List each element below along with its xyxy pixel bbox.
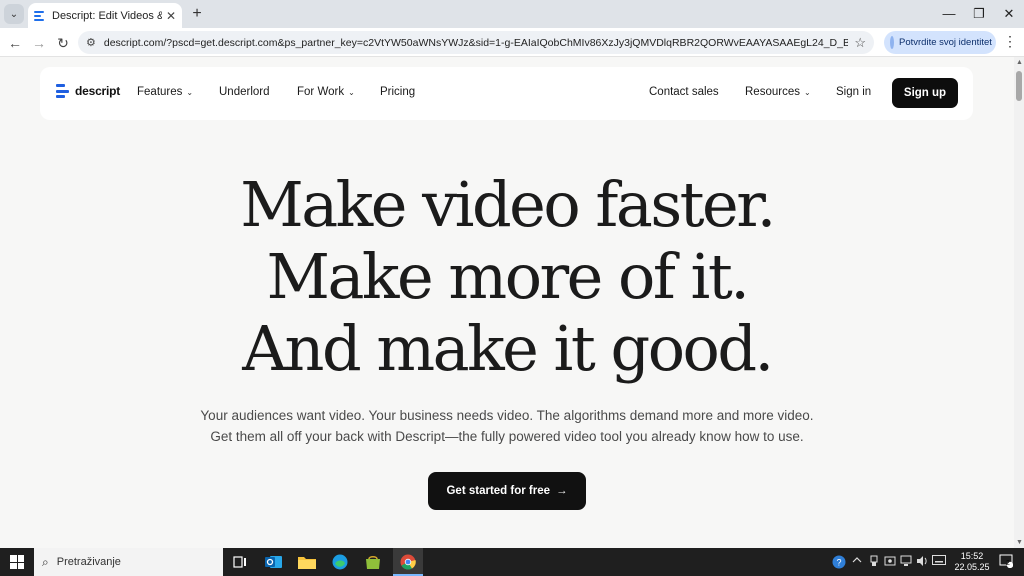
nav-features-label: Features <box>137 86 183 98</box>
profile-label: Potvrdite svoj identitet <box>899 37 992 48</box>
chevron-down-icon: ⌄ <box>9 8 19 20</box>
browser-menu-icon[interactable]: ⋮ <box>1003 33 1017 50</box>
task-view-icon[interactable] <box>230 552 250 572</box>
web-page: descript Features ⌄ Underlord For Work ⌄ P… <box>0 57 1014 548</box>
clock-time: 15:52 <box>960 551 984 561</box>
restore-button[interactable]: ❐ <box>964 0 994 28</box>
tab-title: Descript: Edit Videos & Podcasts <box>52 9 162 22</box>
close-window-button[interactable]: ✕ <box>994 0 1024 28</box>
keyboard-icon[interactable] <box>932 555 946 568</box>
sign-up-button[interactable]: Sign up <box>892 78 958 108</box>
cta-label: Get started for free <box>446 485 551 497</box>
nav-features[interactable]: Features ⌄ <box>137 86 193 98</box>
svg-text:?: ? <box>836 558 841 568</box>
nav-resources[interactable]: Resources ⌄ <box>745 86 811 98</box>
file-explorer-icon[interactable] <box>297 552 317 572</box>
nav-for-work[interactable]: For Work ⌄ <box>297 86 355 98</box>
security-icon[interactable] <box>884 555 896 570</box>
browser-toolbar: ← → ↻ ⚙ descript.com/?pscd=get.descript.… <box>0 28 1024 57</box>
store-app-icon[interactable] <box>363 552 383 572</box>
taskbar: ⌕ Pretraživanje ? 15:52 22.05.25 2 <box>0 548 1024 576</box>
system-clock[interactable]: 15:52 22.05.25 <box>950 551 994 573</box>
network-icon[interactable] <box>900 555 912 570</box>
clock-date: 22.05.25 <box>954 562 990 572</box>
notification-center-icon[interactable]: 2 <box>998 554 1014 570</box>
nav-sign-in[interactable]: Sign in <box>836 86 871 98</box>
subtitle-line-2: Get them all off your back with Descript… <box>210 429 804 444</box>
tray-chevron-up-icon[interactable] <box>852 555 862 568</box>
help-icon[interactable]: ? <box>832 555 846 572</box>
new-tab-button[interactable]: + <box>188 5 206 23</box>
headline-line-3: And make it good. <box>242 312 774 385</box>
usb-device-icon[interactable] <box>869 555 879 570</box>
nav-contact-sales[interactable]: Contact sales <box>649 86 719 98</box>
hero-subtitle: Your audiences want video. Your business… <box>0 405 1014 447</box>
get-started-button[interactable]: Get started for free → <box>428 472 586 510</box>
headline-line-1: Make video faster. <box>240 168 776 241</box>
outlook-icon[interactable] <box>264 552 284 572</box>
site-info-icon[interactable]: ⚙ <box>86 36 96 49</box>
nav-for-work-label: For Work <box>297 86 345 98</box>
headline-line-2: Make more of it. <box>266 240 750 313</box>
arrow-right-icon: → <box>556 485 568 497</box>
search-placeholder: Pretraživanje <box>56 556 121 568</box>
brand-logo[interactable]: descript <box>56 84 120 98</box>
profile-button[interactable]: Potvrdite svoj identitet <box>884 31 996 54</box>
taskbar-search[interactable]: ⌕ Pretraživanje <box>34 548 223 576</box>
descript-favicon-icon <box>34 10 46 22</box>
windows-start-icon[interactable] <box>10 555 24 569</box>
nav-pricing[interactable]: Pricing <box>380 86 415 98</box>
scroll-thumb[interactable] <box>1016 71 1022 101</box>
browser-tab[interactable]: Descript: Edit Videos & Podcasts ✕ <box>28 3 182 28</box>
nav-underlord[interactable]: Underlord <box>219 86 270 98</box>
chrome-icon[interactable] <box>398 552 418 572</box>
reload-button[interactable]: ↻ <box>53 33 73 53</box>
edge-browser-icon[interactable] <box>330 552 350 572</box>
close-tab-icon[interactable]: ✕ <box>166 9 176 23</box>
nav-resources-label: Resources <box>745 86 800 98</box>
brand-name: descript <box>75 84 121 98</box>
chevron-down-icon: ⌄ <box>186 88 194 97</box>
tab-strip: ⌄ Descript: Edit Videos & Podcasts ✕ + —… <box>0 0 1024 28</box>
subtitle-line-1: Your audiences want video. Your business… <box>200 408 814 423</box>
search-icon: ⌕ <box>42 554 49 569</box>
address-bar[interactable]: ⚙ descript.com/?pscd=get.descript.com&ps… <box>78 31 874 54</box>
chevron-down-icon: ⌄ <box>803 88 811 97</box>
bookmark-star-icon[interactable]: ☆ <box>854 35 866 51</box>
page-scrollbar[interactable]: ▲ ▼ <box>1014 57 1024 548</box>
descript-logo-icon <box>56 84 69 98</box>
volume-icon[interactable] <box>916 555 928 570</box>
chevron-down-icon: ⌄ <box>348 88 355 97</box>
notification-count: 2 <box>1006 560 1010 567</box>
minimize-button[interactable]: — <box>934 0 964 28</box>
profile-avatar-icon <box>890 36 894 49</box>
forward-button[interactable]: → <box>29 33 49 53</box>
scroll-up-icon[interactable]: ▲ <box>1016 59 1023 66</box>
site-navbar: descript Features ⌄ Underlord For Work ⌄ P… <box>40 67 973 120</box>
tab-search-button[interactable]: ⌄ <box>4 4 24 24</box>
back-button[interactable]: ← <box>5 33 25 53</box>
scroll-down-icon[interactable]: ▼ <box>1016 539 1023 546</box>
hero-headline: Make video faster. Make more of it. And … <box>0 169 1014 385</box>
url-text[interactable]: descript.com/?pscd=get.descript.com&ps_p… <box>104 37 848 49</box>
